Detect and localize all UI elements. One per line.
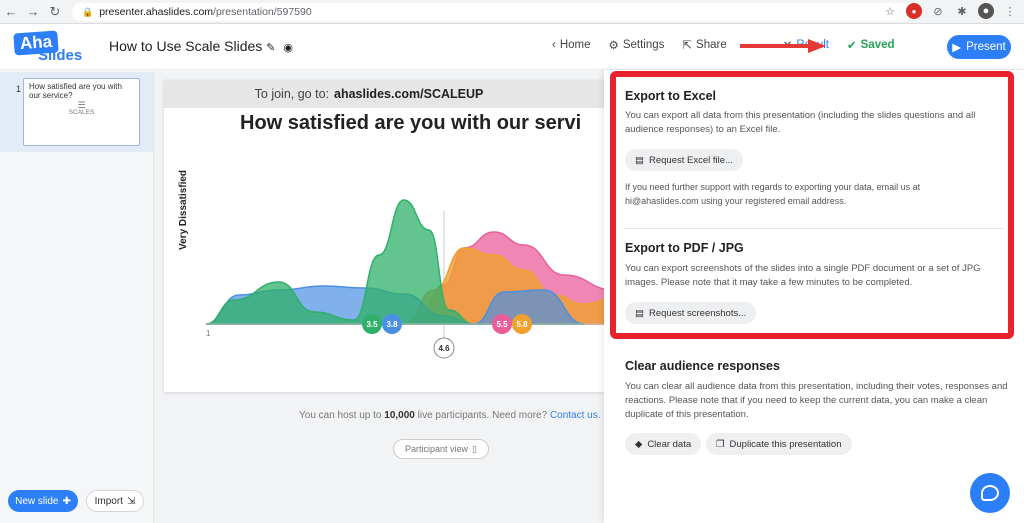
browser-toolbar: ← → ↻ 🔒 presenter.ahaslides.com/presenta… <box>0 0 1024 24</box>
play-icon: ▶ <box>952 42 962 54</box>
profile-avatar[interactable]: ● <box>978 3 994 19</box>
plus-icon: ✚ <box>62 495 71 507</box>
settings-label: Settings <box>622 39 665 51</box>
reload-icon[interactable]: ↻ <box>44 1 66 23</box>
duplicate-label: Duplicate this presentation <box>729 438 842 450</box>
slide-list-panel: 1 How satisfied are you with our service… <box>0 70 154 523</box>
request-excel-button[interactable]: ▤ Request Excel file... <box>625 149 743 171</box>
slide-editor-canvas: 1 3.5 3.8 5.5 5.8 4.6 To join, go to: aha… <box>154 70 614 523</box>
participant-view-label: Participant view <box>405 444 469 454</box>
slide-preview[interactable]: 1 3.5 3.8 5.5 5.8 4.6 To join, go to: aha… <box>164 80 614 392</box>
check-circle-icon: ✔ <box>846 40 857 52</box>
home-link[interactable]: ‹ Home <box>552 38 591 52</box>
import-button[interactable]: Import ⇲ <box>86 490 144 512</box>
export-support-text: If you need further support with regards… <box>625 182 921 206</box>
import-label: Import <box>94 495 123 507</box>
chat-bubble-icon <box>981 485 999 501</box>
section-divider <box>624 228 1004 229</box>
app-header: Aha Slides How to Use Scale Slides ✎ ◉ ‹ H… <box>0 24 1024 70</box>
import-icon: ⇲ <box>126 495 136 507</box>
duplicate-presentation-button[interactable]: ❐ Duplicate this presentation <box>706 433 852 455</box>
presentation-title[interactable]: How to Use Scale Slides ✎ ◉ <box>109 38 293 54</box>
bookmark-star-icon[interactable]: ☆ <box>882 3 898 19</box>
mean-label-green: 3.5 <box>366 320 378 329</box>
slide-question: How satisfied are you with our servi <box>240 112 582 134</box>
contact-us-link[interactable]: Contact us. <box>550 410 601 421</box>
clear-data-label: Clear data <box>647 438 692 450</box>
file-icon: ▤ <box>635 154 644 166</box>
join-code: ahaslides.com/SCALEUP <box>334 87 484 101</box>
host-limit-info: You can host up to 10,000 live participa… <box>299 410 601 421</box>
slide-thumbnail-title: How satisfied are you with our service? <box>29 82 122 100</box>
export-pdf-description: You can export screenshots of the slides… <box>625 263 981 288</box>
clear-responses-title: Clear audience responses <box>625 359 780 373</box>
share-icon: ⇱ <box>682 40 693 52</box>
slide-list-item[interactable]: 1 How satisfied are you with our service… <box>0 72 153 152</box>
clear-responses-description: You can clear all audience data from thi… <box>625 381 1008 420</box>
puzzle-icon[interactable]: ✱ <box>954 3 970 19</box>
url-path: /presentation/597590 <box>213 6 312 18</box>
share-label: Share <box>696 39 727 51</box>
eraser-icon: ◆ <box>635 438 643 450</box>
join-instructions: To join, go to: ahaslides.com/SCALEUP <box>164 80 614 108</box>
x-tick-left: 1 <box>206 329 211 338</box>
forward-icon[interactable]: → <box>22 1 44 23</box>
clear-data-button[interactable]: ◆ Clear data <box>625 433 702 455</box>
host-count: 10,000 <box>384 410 415 421</box>
share-link[interactable]: ⇱ Share <box>682 38 726 52</box>
result-panel: Export to Excel You can export all data … <box>604 70 1024 523</box>
eye-icon[interactable]: ◉ <box>283 42 293 54</box>
mean-label-blue: 3.8 <box>386 320 398 329</box>
host-suffix: live participants. Need more? <box>417 410 548 421</box>
export-excel-description: You can export all data from this presen… <box>625 110 976 135</box>
slide-thumbnail[interactable]: How satisfied are you with our service? … <box>23 78 140 146</box>
new-slide-button[interactable]: New slide ✚ <box>8 490 78 512</box>
mean-label-pink: 5.5 <box>496 320 508 329</box>
participant-view-button[interactable]: Participant view ▯ <box>393 439 489 459</box>
ahaslides-logo[interactable]: Aha Slides <box>12 30 90 64</box>
join-prefix: To join, go to: <box>254 87 329 101</box>
phone-icon: ▯ <box>472 443 477 454</box>
average-label: 4.6 <box>438 344 450 353</box>
y-axis-label: Very Dissatisfied <box>178 169 189 250</box>
saved-status: ✔ Saved <box>847 38 895 52</box>
presentation-title-text: How to Use Scale Slides <box>109 38 263 54</box>
slide-number: 1 <box>16 84 22 94</box>
url-host: presenter.ahaslides.com <box>99 6 214 18</box>
request-screenshots-label: Request screenshots... <box>648 307 747 319</box>
request-screenshots-button[interactable]: ▤ Request screenshots... <box>625 302 757 324</box>
gear-icon: ⚙ <box>608 40 619 52</box>
address-bar[interactable]: 🔒 presenter.ahaslides.com/presentation/5… <box>72 3 912 21</box>
logo-text-bottom: Slides <box>38 47 83 64</box>
annotation-arrow <box>740 39 828 53</box>
chat-support-button[interactable] <box>970 473 1010 513</box>
chevron-left-icon: ‹ <box>552 39 556 51</box>
slide-type-label: SCALES <box>68 109 95 116</box>
lock-icon: 🔒 <box>82 6 94 17</box>
kebab-menu-icon[interactable]: ⋮ <box>1002 3 1018 19</box>
back-icon[interactable]: ← <box>0 1 22 23</box>
host-prefix: You can host up to <box>299 410 382 421</box>
export-excel-title: Export to Excel <box>625 89 716 103</box>
settings-link[interactable]: ⚙ Settings <box>609 38 665 52</box>
saved-label: Saved <box>860 39 895 51</box>
export-pdf-title: Export to PDF / JPG <box>625 241 744 255</box>
block-icon[interactable]: ⊘ <box>930 3 946 19</box>
pencil-icon[interactable]: ✎ <box>266 42 275 54</box>
present-label: Present <box>966 41 1006 53</box>
home-label: Home <box>559 39 591 51</box>
mean-label-orange: 5.8 <box>516 320 528 329</box>
new-slide-label: New slide <box>15 495 59 507</box>
file-icon: ▤ <box>635 307 644 319</box>
copy-icon: ❐ <box>716 438 725 450</box>
extension-icon[interactable]: ● <box>906 3 922 19</box>
present-button[interactable]: ▶ Present <box>947 35 1011 59</box>
request-excel-label: Request Excel file... <box>648 154 733 166</box>
